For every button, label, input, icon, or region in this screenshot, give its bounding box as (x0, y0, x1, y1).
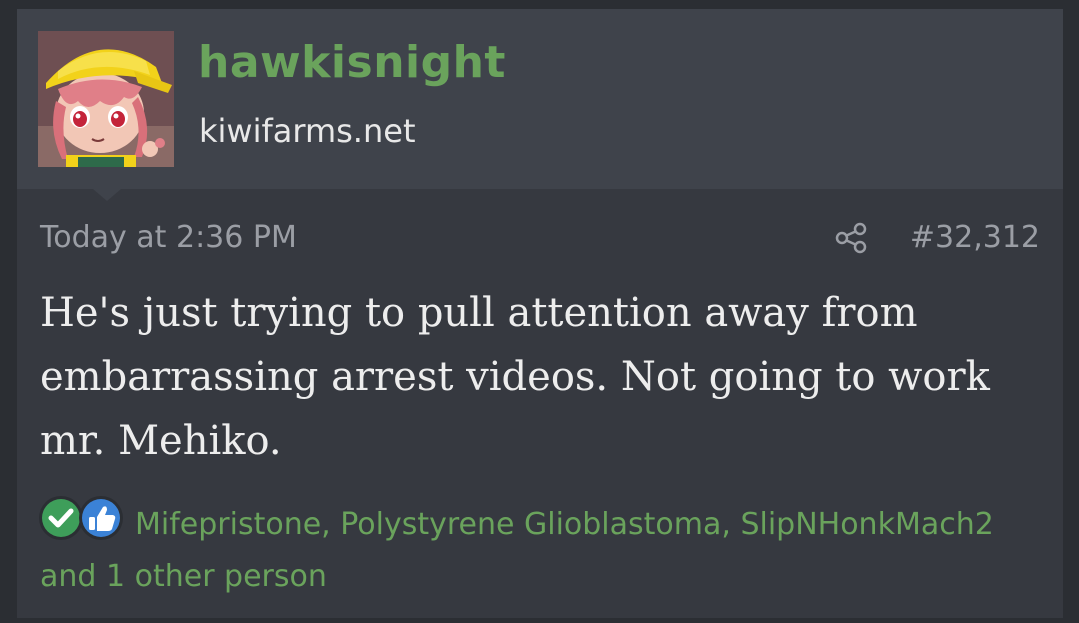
avatar-image (38, 31, 174, 167)
post-card: hawkisnight kiwifarms.net Today at 2:36 … (17, 9, 1063, 618)
post-header: hawkisnight kiwifarms.net (17, 9, 1063, 189)
avatar[interactable] (38, 31, 174, 167)
header-pointer (93, 189, 121, 201)
username[interactable]: hawkisnight (198, 37, 506, 88)
share-icon[interactable] (834, 221, 868, 255)
site-name: kiwifarms.net (199, 112, 416, 150)
post-number[interactable]: #32,312 (910, 220, 1040, 255)
reaction-users[interactable]: Mifepristone, Polystyrene Glioblastoma, … (40, 499, 1040, 603)
post-timestamp[interactable]: Today at 2:36 PM (40, 220, 297, 255)
post-body: He's just trying to pull attention away … (40, 290, 990, 464)
